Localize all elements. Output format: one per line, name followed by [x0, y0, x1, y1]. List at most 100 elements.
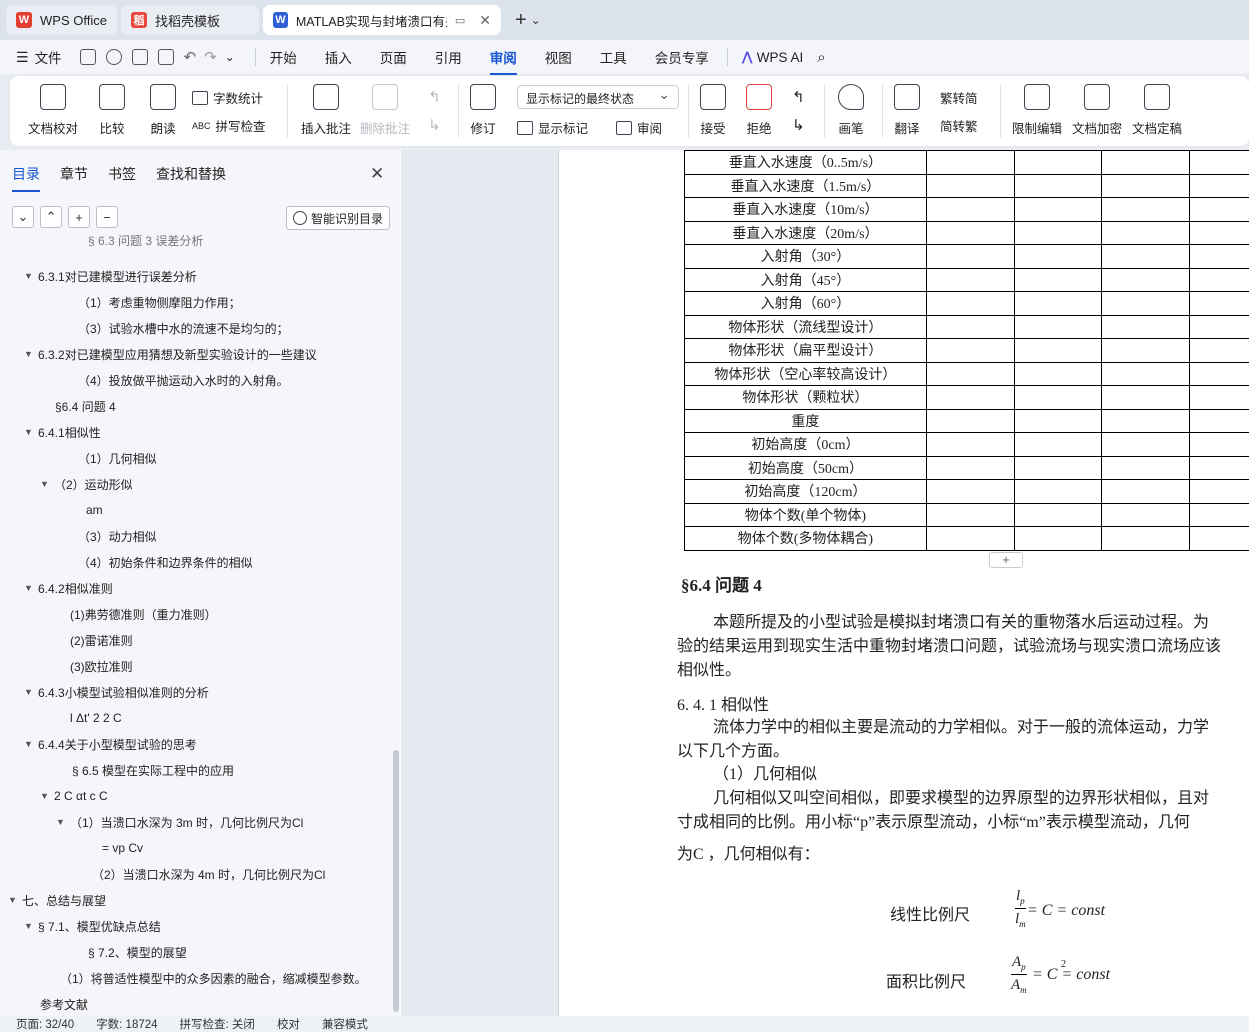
toc-expand-caret-icon[interactable]: ▼	[40, 479, 54, 489]
table-cell-empty[interactable]	[1189, 173, 1249, 198]
toc-item[interactable]: ▼ § 7.1、模型优缺点总结	[24, 916, 161, 936]
spell-check-button[interactable]: ABC 拼写检查	[192, 116, 266, 135]
toc-item[interactable]: （4）初始条件和边界条件的相似	[78, 552, 253, 572]
table-cell-empty[interactable]	[925, 338, 1015, 363]
table-cell-factor[interactable]: 垂直入水速度（10m/s）	[684, 197, 927, 222]
table-cell-empty[interactable]	[925, 150, 1015, 175]
table-cell-empty[interactable]	[1013, 244, 1103, 269]
menu-wps-ai[interactable]: WPS AI	[757, 50, 804, 65]
table-cell-empty[interactable]	[1189, 244, 1249, 269]
nav-tab-bookmarks[interactable]: 书签	[108, 164, 136, 192]
prev-comment-icon[interactable]: ↰	[428, 88, 441, 106]
table-cell-empty[interactable]	[1101, 173, 1191, 198]
menu-member[interactable]: 会员专享	[655, 47, 709, 67]
table-cell-empty[interactable]	[1189, 408, 1249, 433]
table-cell-empty[interactable]	[1013, 173, 1103, 198]
table-cell-empty[interactable]	[1189, 150, 1249, 175]
toc-expand-caret-icon[interactable]: ▼	[8, 895, 22, 905]
toc-item[interactable]: （1）考虑重物侧摩阻力作用；	[78, 292, 241, 312]
table-cell-factor[interactable]: 物体个数(多物体耦合)	[684, 526, 927, 551]
doc-finalize-button[interactable]: 文档定稿	[1132, 84, 1182, 137]
table-cell-factor[interactable]: 重度	[684, 408, 927, 433]
toc-item[interactable]: （3）试验水槽中水的流速不是均匀的；	[78, 318, 289, 338]
table-cell-empty[interactable]	[925, 455, 1015, 480]
share-icon[interactable]	[105, 49, 122, 65]
table-cell-empty[interactable]	[1189, 291, 1249, 316]
table-cell-empty[interactable]	[1189, 220, 1249, 245]
toc-expand-caret-icon[interactable]: ▼	[24, 921, 38, 931]
quick-access-chevron-icon[interactable]: ⌄	[225, 50, 235, 64]
table-cell-empty[interactable]	[1101, 314, 1191, 339]
table-cell-empty[interactable]	[925, 314, 1015, 339]
toc-item[interactable]: (2)雷诺准则	[70, 630, 133, 650]
markup-state-select[interactable]: 显示标记的最终状态	[517, 85, 679, 109]
toc-item[interactable]: （1）将普适性模型中的众多因素的融合，缩减模型参数。	[60, 968, 367, 988]
table-cell-factor[interactable]: 垂直入水速度（20m/s）	[684, 220, 927, 245]
to-simplified-button[interactable]: 繁转简	[940, 88, 978, 107]
toc-item[interactable]: ▼ （2）运动形似	[40, 474, 133, 494]
menu-review[interactable]: 审阅	[489, 47, 517, 75]
toc-item[interactable]: (3)欧拉准则	[70, 656, 133, 676]
read-aloud-button[interactable]: 朗读	[150, 84, 176, 137]
toc-item[interactable]: §6.4 问题 4	[55, 396, 116, 416]
toc-item[interactable]: ▼ 6.3.1对已建模型进行误差分析	[24, 266, 197, 286]
table-cell-empty[interactable]	[1013, 408, 1103, 433]
redo-icon[interactable]: ↷	[204, 48, 217, 66]
print-preview-icon[interactable]	[157, 49, 174, 65]
table-cell-empty[interactable]	[1101, 502, 1191, 527]
table-cell-factor[interactable]: 垂直入水速度（0..5m/s）	[684, 150, 927, 175]
table-cell-factor[interactable]: 物体形状（颗粒状）	[684, 385, 927, 410]
table-cell-empty[interactable]	[1101, 291, 1191, 316]
table-cell-empty[interactable]	[1013, 432, 1103, 457]
next-change-icon[interactable]: ↳	[792, 116, 805, 134]
accept-button[interactable]: 接受	[700, 84, 726, 137]
table-cell-empty[interactable]	[925, 432, 1015, 457]
table-cell-factor[interactable]: 入射角（45°）	[684, 267, 927, 292]
search-icon[interactable]: ⌕	[817, 49, 825, 66]
word-count-button[interactable]: 字数统计	[192, 88, 263, 107]
table-cell-factor[interactable]: 物体形状（空心率较高设计）	[684, 361, 927, 386]
show-markup-button[interactable]: 显示标记	[517, 118, 588, 137]
table-cell-empty[interactable]	[1013, 361, 1103, 386]
doc-proof-button[interactable]: 文档校对	[28, 84, 78, 137]
toc-item[interactable]: （2）当溃口水深为 4m 时，几何比例尺为Cl	[92, 864, 325, 884]
pen-button[interactable]: 画笔	[838, 84, 864, 137]
table-cell-factor[interactable]: 物体形状（流线型设计）	[684, 314, 927, 339]
menu-view[interactable]: 视图	[545, 47, 572, 67]
nav-tab-toc[interactable]: 目录	[12, 164, 40, 192]
table-cell-empty[interactable]	[1189, 502, 1249, 527]
table-cell-empty[interactable]	[1101, 455, 1191, 480]
toc-item[interactable]: ▼ 6.4.1相似性	[24, 422, 101, 442]
tab-template[interactable]: 稻 找稻壳模板	[120, 5, 259, 35]
table-cell-empty[interactable]	[1189, 361, 1249, 386]
table-cell-empty[interactable]	[1101, 244, 1191, 269]
table-cell-empty[interactable]	[1013, 314, 1103, 339]
table-cell-factor[interactable]: 物体个数(单个物体)	[684, 502, 927, 527]
table-cell-empty[interactable]	[1101, 150, 1191, 175]
menu-home[interactable]: 开始	[270, 47, 297, 67]
toc-item[interactable]: § 6.5 模型在实际工程中的应用	[72, 760, 234, 780]
add-heading-button[interactable]: +	[68, 206, 90, 228]
table-cell-factor[interactable]: 入射角（30°）	[684, 244, 927, 269]
toc-item[interactable]: ▼ （1）当溃口水深为 3m 时，几何比例尺为Cl	[56, 812, 303, 832]
table-cell-empty[interactable]	[1189, 197, 1249, 222]
undo-icon[interactable]: ↶	[184, 48, 197, 66]
toc-item[interactable]: ▼ 6.4.2相似准则	[24, 578, 113, 598]
table-cell-empty[interactable]	[1189, 455, 1249, 480]
toc-expand-caret-icon[interactable]: ▼	[56, 817, 70, 827]
compare-button[interactable]: 比较	[99, 84, 125, 137]
table-cell-empty[interactable]	[1101, 408, 1191, 433]
toc-expand-caret-icon[interactable]: ▼	[24, 739, 38, 749]
table-cell-empty[interactable]	[1189, 338, 1249, 363]
table-cell-empty[interactable]	[1101, 432, 1191, 457]
table-cell-empty[interactable]	[1013, 267, 1103, 292]
table-cell-empty[interactable]	[925, 267, 1015, 292]
next-comment-icon[interactable]: ↳	[428, 116, 441, 134]
table-cell-empty[interactable]	[1189, 267, 1249, 292]
table-cell-factor[interactable]: 初始高度（0cm）	[684, 432, 927, 457]
table-cell-empty[interactable]	[1189, 479, 1249, 504]
table-cell-factor[interactable]: 垂直入水速度（1.5m/s）	[684, 173, 927, 198]
table-cell-factor[interactable]: 初始高度（50cm）	[684, 455, 927, 480]
toc-expand-caret-icon[interactable]: ▼	[24, 271, 38, 281]
toc-expand-caret-icon[interactable]: ▼	[40, 791, 54, 801]
